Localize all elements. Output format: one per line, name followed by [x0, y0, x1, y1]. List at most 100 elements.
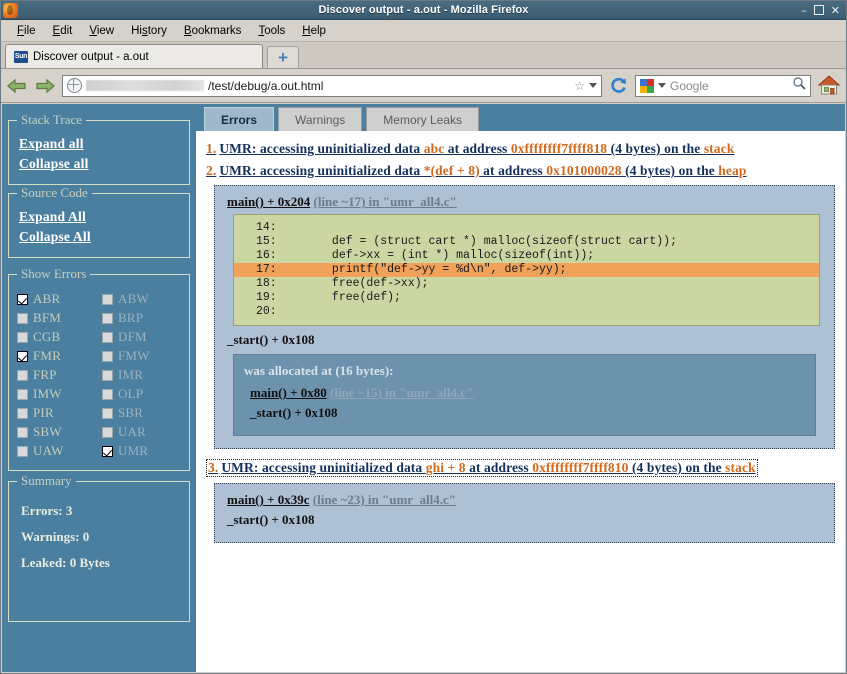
code-line: 15: def = (struct cart *) malloc(sizeof(… [234, 235, 819, 249]
tab-memory-leaks[interactable]: Memory Leaks [366, 107, 479, 131]
browser-tab-active[interactable]: Sun Discover output - a.out [5, 44, 263, 68]
error-filter-pir[interactable]: PIR [17, 404, 96, 422]
browser-tab-strip: Sun Discover output - a.out + [1, 42, 846, 69]
error-filter-abw[interactable]: ABW [102, 290, 181, 308]
source-code-legend: Source Code [17, 185, 92, 201]
tab-errors[interactable]: Errors [204, 107, 274, 131]
alloc-frame-main[interactable]: main() + 0x80 (line ~15) in "umr_all4.c" [250, 385, 805, 401]
checkbox-olp[interactable] [102, 389, 113, 400]
checkbox-abw[interactable] [102, 294, 113, 305]
error-filter-brp[interactable]: BRP [102, 309, 181, 327]
error-variable: *(def + 8) [424, 163, 480, 178]
error-filter-cgb[interactable]: CGB [17, 328, 96, 346]
error-filter-sbr[interactable]: SBR [102, 404, 181, 422]
menu-tools[interactable]: Tools [250, 23, 293, 39]
checkbox-sbr[interactable] [102, 408, 113, 419]
stack-frame-start-3[interactable]: _start() + 0x108 [227, 512, 824, 528]
stack-trace-group: Stack Trace Expand all Collapse all [8, 112, 190, 185]
checkbox-label: IMR [118, 367, 143, 383]
error-filter-imw[interactable]: IMW [17, 385, 96, 403]
sun-icon: Sun [14, 51, 28, 63]
stack-frame-start-2[interactable]: _start() + 0x108 [227, 332, 824, 348]
checkbox-imr[interactable] [102, 370, 113, 381]
error-entry-3[interactable]: 3.UMR: accessing uninitialized data ghi … [206, 459, 758, 477]
checkbox-imw[interactable] [17, 389, 28, 400]
error-filter-bfm[interactable]: BFM [17, 309, 96, 327]
menu-history[interactable]: History [123, 23, 175, 39]
error-entry-2[interactable]: 2.UMR: accessing uninitialized data *(de… [206, 163, 845, 179]
menu-bookmarks[interactable]: Bookmarks [176, 23, 250, 39]
checkbox-frp[interactable] [17, 370, 28, 381]
checkbox-label: DFM [118, 329, 147, 345]
checkbox-label: SBR [118, 405, 143, 421]
url-bar[interactable]: /test/debug/a.out.html ☆ [62, 75, 602, 97]
stack-frame-main-3[interactable]: main() + 0x39c (line ~23) in "umr_all4.c… [227, 492, 824, 508]
checkbox-abr[interactable] [17, 294, 28, 305]
star-icon[interactable]: ☆ [574, 79, 585, 93]
stack-frame-main-2[interactable]: main() + 0x204 (line ~17) in "umr_all4.c… [227, 194, 824, 210]
code-line: 18: free(def->xx); [234, 277, 819, 291]
checkbox-fmr[interactable] [17, 351, 28, 362]
checkbox-uaw[interactable] [17, 446, 28, 457]
checkbox-label: FMW [118, 348, 150, 364]
error-entry-1[interactable]: 1.UMR: accessing uninitialized data abc … [206, 141, 845, 157]
checkbox-brp[interactable] [102, 313, 113, 324]
menu-bar: File Edit View History Bookmarks Tools H… [1, 20, 846, 42]
search-input[interactable]: Google [670, 79, 709, 93]
menu-file[interactable]: File [9, 23, 44, 39]
checkbox-uar[interactable] [102, 427, 113, 438]
error-filter-frp[interactable]: FRP [17, 366, 96, 384]
close-button[interactable]: ✕ [831, 5, 840, 16]
forward-arrow-icon[interactable] [34, 76, 56, 96]
error-filter-uar[interactable]: UAR [102, 423, 181, 441]
allocation-box: was allocated at (16 bytes): main() + 0x… [233, 354, 816, 436]
error-region: stack [725, 460, 756, 475]
search-box[interactable]: Google [635, 75, 811, 97]
error-filter-abr[interactable]: ABR [17, 290, 96, 308]
error-list: 1.UMR: accessing uninitialized data abc … [196, 131, 845, 543]
error-filter-dfm[interactable]: DFM [102, 328, 181, 346]
error-filter-fmr[interactable]: FMR [17, 347, 96, 365]
error-filter-olp[interactable]: OLP [102, 385, 181, 403]
maximize-button[interactable] [814, 5, 824, 15]
error-filter-grid: ABRABWBFMBRPCGBDFMFMRFMWFRPIMRIMWOLPPIRS… [17, 290, 181, 460]
home-icon[interactable] [817, 74, 841, 98]
error-at-address: at address [444, 141, 511, 156]
error-filter-umr[interactable]: UMR [102, 442, 181, 460]
search-chevron-down-icon[interactable] [658, 83, 666, 88]
new-tab-button[interactable]: + [267, 46, 299, 68]
source-code-collapse-all[interactable]: Collapse All [19, 229, 181, 245]
source-code-expand-all[interactable]: Expand All [19, 209, 181, 225]
alloc-frame-line-info: (line ~15) in "umr_all4.c" [330, 385, 473, 400]
checkbox-cgb[interactable] [17, 332, 28, 343]
checkbox-pir[interactable] [17, 408, 28, 419]
error-filter-imr[interactable]: IMR [102, 366, 181, 384]
error-region: heap [718, 163, 746, 178]
checkbox-fmw[interactable] [102, 351, 113, 362]
back-arrow-icon[interactable] [6, 76, 28, 96]
checkbox-bfm[interactable] [17, 313, 28, 324]
checkbox-umr[interactable] [102, 446, 113, 457]
chevron-down-icon[interactable] [589, 83, 597, 88]
minimize-button[interactable]: – [801, 5, 807, 16]
checkbox-dfm[interactable] [102, 332, 113, 343]
menu-edit[interactable]: Edit [45, 23, 81, 39]
reload-icon[interactable] [608, 75, 629, 96]
navigation-toolbar: /test/debug/a.out.html ☆ Google [1, 69, 846, 103]
error-filter-sbw[interactable]: SBW [17, 423, 96, 441]
menu-help[interactable]: Help [294, 23, 334, 39]
checkbox-sbw[interactable] [17, 427, 28, 438]
checkbox-label: ABR [33, 291, 60, 307]
menu-view[interactable]: View [81, 23, 122, 39]
tab-warnings[interactable]: Warnings [278, 107, 362, 131]
error-filter-fmw[interactable]: FMW [102, 347, 181, 365]
alloc-frame-start[interactable]: _start() + 0x108 [250, 405, 805, 421]
stack-trace-collapse-all[interactable]: Collapse all [19, 156, 181, 172]
show-errors-group: Show Errors ABRABWBFMBRPCGBDFMFMRFMWFRPI… [8, 266, 190, 471]
browser-tab-label: Discover output - a.out [33, 51, 149, 63]
error-filter-uaw[interactable]: UAW [17, 442, 96, 460]
error-message: UMR: accessing uninitialized data [219, 163, 423, 178]
summary-legend: Summary [17, 473, 76, 489]
stack-trace-expand-all[interactable]: Expand all [19, 136, 181, 152]
magnifier-icon[interactable] [792, 76, 806, 95]
